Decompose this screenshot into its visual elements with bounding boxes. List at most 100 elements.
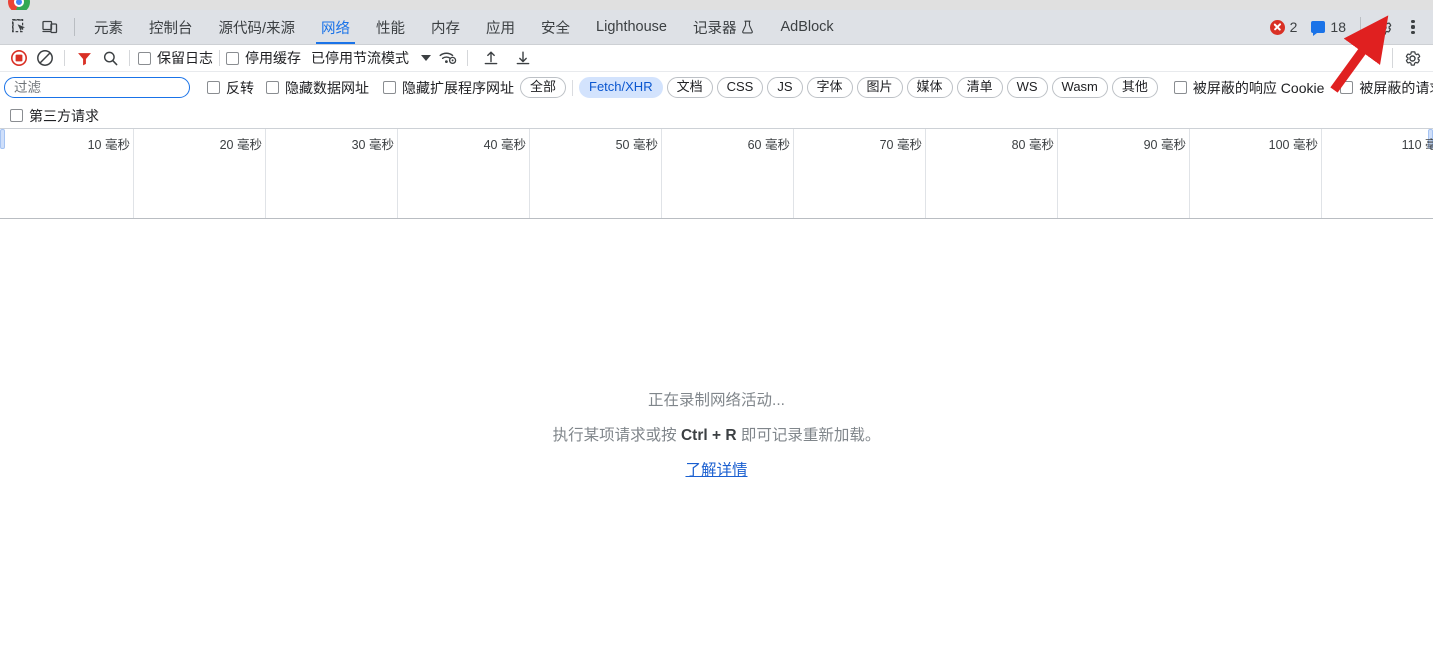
tab-sources[interactable]: 源代码/来源: [206, 10, 309, 44]
checkbox-box: [10, 109, 23, 122]
import-har-icon[interactable]: [478, 46, 504, 70]
network-toolbar: 保留日志 停用缓存 已停用节流模式: [0, 45, 1433, 72]
inspect-element-icon[interactable]: [6, 14, 34, 40]
chip-img[interactable]: 图片: [856, 77, 903, 98]
record-button[interactable]: [6, 46, 32, 70]
chip-all[interactable]: 全部: [520, 77, 567, 98]
disable-cache-label: 停用缓存: [245, 50, 301, 66]
timeline-tick: 50 毫秒: [616, 129, 662, 218]
blocked-response-cookies-label: 被屏蔽的响应 Cookie: [1192, 79, 1325, 96]
throttling-select-label[interactable]: 已停用节流模式: [311, 48, 409, 68]
timeline-tick: 40 毫秒: [484, 129, 530, 218]
hint-suffix: 即可记录重新加载。: [736, 427, 881, 444]
gear-icon[interactable]: [1369, 14, 1397, 40]
empty-state: 正在录制网络活动... 执行某项请求或按 Ctrl + R 即可记录重新加载。 …: [0, 219, 1433, 649]
timeline-tick-label: 30 毫秒: [351, 138, 394, 152]
browser-chrome-strip: [0, 0, 1433, 13]
chip-wasm[interactable]: Wasm: [1051, 77, 1108, 98]
overview-window-left-handle[interactable]: [0, 129, 5, 149]
filter-input[interactable]: [4, 77, 190, 98]
filter-icon[interactable]: [71, 46, 97, 70]
tab-recorder[interactable]: 记录器: [680, 10, 768, 44]
chip-media[interactable]: 媒体: [906, 77, 953, 98]
tab-label: 控制台: [149, 20, 193, 37]
timeline-tick-label: 40 毫秒: [483, 138, 526, 152]
device-toolbar-icon[interactable]: [36, 14, 64, 40]
chip-other[interactable]: 其他: [1111, 77, 1158, 98]
tab-label: AdBlock: [780, 19, 834, 35]
chip-manifest[interactable]: 清单: [956, 77, 1003, 98]
tab-adblock[interactable]: AdBlock: [767, 10, 846, 44]
clear-button[interactable]: [32, 46, 58, 70]
network-conditions-icon[interactable]: [435, 46, 461, 70]
tab-memory[interactable]: 内存: [418, 10, 473, 44]
checkbox-box: [226, 51, 239, 65]
toolbar-separator-4: [467, 50, 468, 66]
preserve-log-label: 保留日志: [157, 50, 213, 66]
timeline-tick-label: 50 毫秒: [615, 138, 658, 152]
tab-performance[interactable]: 性能: [363, 10, 418, 44]
timeline-tick: 80 毫秒: [1012, 129, 1058, 218]
devtools-tabbar: 元素 控制台 源代码/来源 网络 性能 内存 应用 安全 Lighthouse …: [0, 10, 1433, 45]
invert-checkbox[interactable]: 反转: [207, 78, 254, 98]
checkbox-box: [1173, 81, 1187, 94]
timeline-tick: 90 毫秒: [1144, 129, 1190, 218]
tab-label: 安全: [541, 20, 571, 37]
preserve-log-checkbox[interactable]: 保留日志: [138, 48, 213, 68]
tab-network[interactable]: 网络: [308, 10, 363, 44]
tabbar-separator: [74, 18, 75, 36]
network-timeline-overview[interactable]: 10 毫秒 20 毫秒 30 毫秒 40 毫秒 50 毫秒 60 毫秒 70 毫…: [0, 128, 1433, 219]
timeline-tick-label: 70 毫秒: [879, 138, 922, 152]
timeline-tick-label: 90 毫秒: [1143, 138, 1186, 152]
tab-label: Lighthouse: [596, 19, 667, 35]
hide-extension-urls-checkbox[interactable]: 隐藏扩展程序网址: [383, 78, 514, 98]
devtools-network-panel: 元素 控制台 源代码/来源 网络 性能 内存 应用 安全 Lighthouse …: [0, 0, 1433, 649]
chevron-down-icon[interactable]: [421, 55, 431, 61]
checkbox-box: [266, 81, 279, 94]
toolbar-separator-1: [64, 50, 65, 66]
chip-js[interactable]: JS: [767, 77, 803, 98]
chip-separator: [572, 79, 574, 96]
tab-elements[interactable]: 元素: [81, 10, 136, 44]
tabbar-right-separator: [1360, 17, 1361, 37]
message-badge[interactable]: 18: [1305, 19, 1352, 36]
tab-console[interactable]: 控制台: [136, 10, 206, 44]
tabbar-left-icons: [0, 10, 68, 44]
hide-data-urls-label: 隐藏数据网址: [285, 79, 369, 96]
tab-application[interactable]: 应用: [473, 10, 528, 44]
filter-row: 反转 隐藏数据网址 隐藏扩展程序网址 全部 Fetch/XHR 文档 CSS J…: [0, 73, 1433, 102]
message-icon: [1311, 21, 1326, 36]
tab-label: 元素: [94, 20, 123, 37]
learn-more-link[interactable]: 了解详情: [685, 458, 747, 480]
timeline-tick: 70 毫秒: [880, 129, 926, 218]
chip-font[interactable]: 字体: [806, 77, 853, 98]
tabbar-right-controls: 2 18: [1264, 10, 1433, 44]
disable-cache-checkbox[interactable]: 停用缓存: [226, 48, 301, 68]
export-har-icon[interactable]: [510, 46, 536, 70]
checkbox-box: [1340, 81, 1354, 94]
chip-fetch-xhr[interactable]: Fetch/XHR: [579, 77, 663, 98]
error-count: 2: [1289, 19, 1298, 35]
chip-css[interactable]: CSS: [716, 77, 764, 98]
timeline-tick-label: 110 毫秒: [1401, 138, 1433, 152]
tab-security[interactable]: 安全: [528, 10, 583, 44]
recording-status-text: 正在录制网络活动...: [648, 392, 785, 409]
timeline-tick-label: 60 毫秒: [747, 138, 790, 152]
message-count: 18: [1330, 19, 1346, 35]
chip-ws[interactable]: WS: [1006, 77, 1048, 98]
resource-type-chips: 全部 Fetch/XHR 文档 CSS JS 字体 图片 媒体 清单 WS Wa…: [520, 77, 1158, 98]
error-badge[interactable]: 2: [1264, 19, 1304, 35]
blocked-response-cookies-checkbox[interactable]: 被屏蔽的响应 Cookie: [1173, 78, 1325, 98]
third-party-requests-checkbox[interactable]: 第三方请求: [10, 106, 99, 126]
kebab-menu-icon[interactable]: [1399, 14, 1427, 40]
tab-lighthouse[interactable]: Lighthouse: [583, 10, 680, 44]
checkbox-box: [207, 81, 220, 94]
network-settings-gear-icon[interactable]: [1399, 46, 1425, 70]
blocked-requests-checkbox[interactable]: 被屏蔽的请求: [1340, 78, 1433, 98]
third-party-row: 第三方请求: [0, 104, 1433, 127]
invert-label: 反转: [226, 79, 254, 96]
hide-data-urls-checkbox[interactable]: 隐藏数据网址: [266, 78, 369, 98]
search-icon[interactable]: [97, 46, 123, 70]
chip-doc[interactable]: 文档: [666, 77, 713, 98]
blocked-requests-label: 被屏蔽的请求: [1359, 79, 1433, 96]
